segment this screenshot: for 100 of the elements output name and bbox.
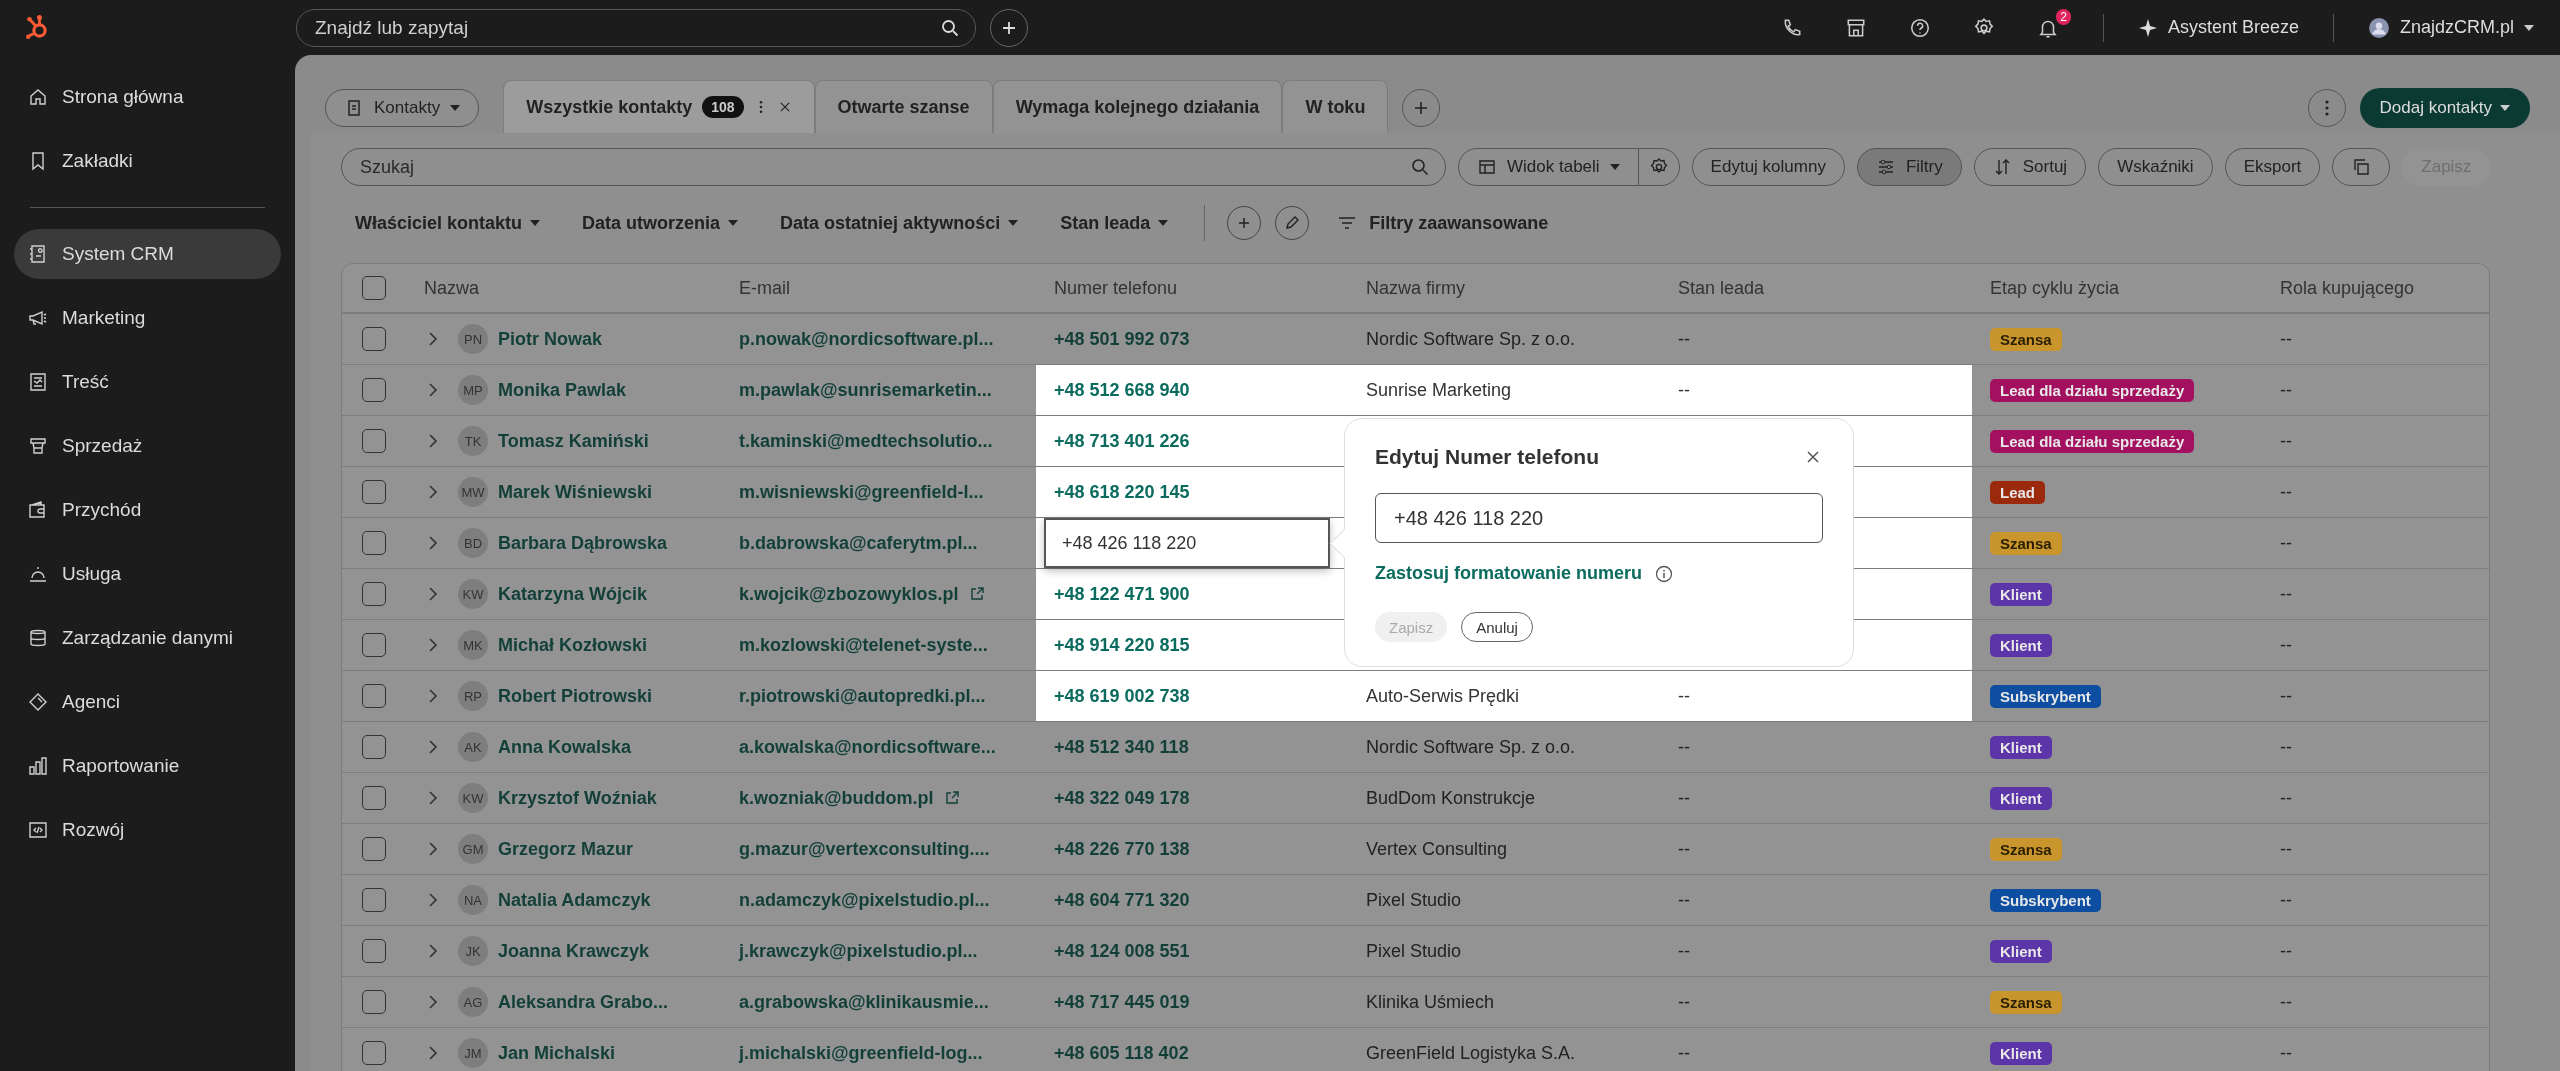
- filter-dropdown[interactable]: Data utworzenia: [568, 206, 753, 240]
- sidebar-item[interactable]: Treść: [14, 357, 281, 407]
- contact-name[interactable]: Monika Pawlak: [498, 379, 627, 401]
- phone-number[interactable]: +48 322 049 178: [1054, 787, 1190, 809]
- row-checkbox[interactable]: [362, 939, 386, 963]
- email-link[interactable]: b.dabrowska@caferytm.pl...: [739, 532, 978, 554]
- sidebar-item[interactable]: Usługa: [14, 549, 281, 599]
- add-contacts-button[interactable]: Dodaj kontakty: [2359, 88, 2530, 128]
- help-icon[interactable]: [1908, 16, 1931, 39]
- search-field[interactable]: Szukaj: [341, 148, 1446, 186]
- expand-icon[interactable]: [428, 892, 438, 908]
- sidebar-item[interactable]: Przychód: [14, 485, 281, 535]
- column-header[interactable]: Stan leada: [1678, 277, 1765, 299]
- phone-number[interactable]: +48 512 668 940: [1054, 379, 1190, 401]
- expand-icon[interactable]: [428, 943, 438, 959]
- contact-name[interactable]: Marek Wiśniewski: [498, 481, 652, 503]
- toolbar-button[interactable]: Wskaźniki: [2098, 148, 2213, 186]
- row-checkbox[interactable]: [362, 735, 386, 759]
- email-link[interactable]: a.grabowska@klinikausmie...: [739, 991, 989, 1013]
- phone-cell-editing[interactable]: +48 426 118 220: [1044, 518, 1330, 568]
- contact-name[interactable]: Grzegorz Mazur: [498, 838, 634, 860]
- expand-icon[interactable]: [428, 739, 438, 755]
- email-link[interactable]: r.piotrowski@autopredki.pl...: [739, 685, 986, 707]
- email-link[interactable]: a.kowalska@nordicsoftware...: [739, 736, 996, 758]
- sidebar-item[interactable]: Raportowanie: [14, 741, 281, 791]
- object-selector[interactable]: Kontakty: [325, 89, 480, 127]
- column-header[interactable]: Nazwa: [424, 277, 480, 299]
- sidebar-item[interactable]: Rozwój: [14, 805, 281, 855]
- toolbar-button[interactable]: Filtry: [1856, 148, 1962, 186]
- expand-icon[interactable]: [428, 484, 438, 500]
- expand-icon[interactable]: [428, 433, 438, 449]
- email-link[interactable]: n.adamczyk@pixelstudio.pl...: [739, 889, 990, 911]
- contact-name[interactable]: Aleksandra Grabo...: [498, 991, 669, 1013]
- email-link[interactable]: j.krawczyk@pixelstudio.pl...: [739, 940, 978, 962]
- phone-number[interactable]: +48 124 008 551: [1054, 940, 1190, 962]
- phone-number[interactable]: +48 501 992 073: [1054, 328, 1190, 350]
- contact-name[interactable]: Jan Michalski: [498, 1042, 616, 1064]
- filter-dropdown[interactable]: Stan leada: [1046, 206, 1183, 240]
- contact-name[interactable]: Piotr Nowak: [498, 328, 603, 350]
- toolbar-button[interactable]: Eksport: [2224, 148, 2321, 186]
- row-checkbox[interactable]: [362, 990, 386, 1014]
- contact-name[interactable]: Michał Kozłowski: [498, 634, 648, 656]
- toolbar-button[interactable]: Edytuj kolumny: [1691, 148, 1845, 186]
- expand-icon[interactable]: [428, 331, 438, 347]
- expand-icon[interactable]: [428, 790, 438, 806]
- advanced-filters-button[interactable]: Filtry zaawansowane: [1323, 206, 1563, 240]
- sidebar-item[interactable]: Zakładki: [14, 136, 281, 186]
- info-icon[interactable]: [1654, 563, 1675, 584]
- row-checkbox[interactable]: [362, 888, 386, 912]
- sidebar-item[interactable]: Sprzedaż: [14, 421, 281, 471]
- view-tab[interactable]: Otwarte szanse: [814, 80, 993, 133]
- column-header[interactable]: Numer telefonu: [1054, 277, 1178, 299]
- expand-icon[interactable]: [428, 535, 438, 551]
- expand-icon[interactable]: [428, 637, 438, 653]
- contact-name[interactable]: Barbara Dąbrowska: [498, 532, 668, 554]
- email-link[interactable]: t.kaminski@medtechsolutio...: [739, 430, 993, 452]
- row-checkbox[interactable]: [362, 786, 386, 810]
- expand-icon[interactable]: [428, 841, 438, 857]
- filter-dropdown[interactable]: Data ostatniej aktywności: [766, 206, 1033, 240]
- expand-icon[interactable]: [428, 994, 438, 1010]
- row-checkbox[interactable]: [362, 429, 386, 453]
- view-tab[interactable]: Wszystkie kontakty 108: [503, 80, 815, 133]
- email-link[interactable]: k.wozniak@buddom.pl: [739, 787, 934, 809]
- phone-number[interactable]: +48 605 118 402: [1054, 1042, 1189, 1064]
- cancel-button[interactable]: Anuluj: [1461, 612, 1533, 642]
- contact-name[interactable]: Katarzyna Wójcik: [498, 583, 648, 605]
- email-link[interactable]: m.wisniewski@greenfield-l...: [739, 481, 984, 503]
- phone-number[interactable]: +48 914 220 815: [1054, 634, 1190, 656]
- global-search-field[interactable]: Znajdź lub zapytaj: [296, 8, 976, 47]
- email-link[interactable]: m.pawlak@sunrisemarketin...: [739, 379, 992, 401]
- contact-name[interactable]: Tomasz Kamiński: [498, 430, 649, 452]
- view-dropdown[interactable]: Widok tabeli: [1458, 148, 1639, 186]
- contact-name[interactable]: Joanna Krawczyk: [498, 940, 650, 962]
- phone-number[interactable]: +48 122 471 900: [1054, 583, 1190, 605]
- sidebar-item[interactable]: Marketing: [14, 293, 281, 343]
- expand-icon[interactable]: [428, 382, 438, 398]
- expand-icon[interactable]: [428, 586, 438, 602]
- phone-input[interactable]: +48 426 118 220: [1375, 493, 1823, 543]
- phone-number[interactable]: +48 717 445 019: [1054, 991, 1190, 1013]
- phone-number[interactable]: +48 604 771 320: [1054, 889, 1190, 911]
- column-header[interactable]: Etap cyklu życia: [1990, 277, 2120, 299]
- toolbar-button[interactable]: Sortuj: [1973, 148, 2087, 186]
- select-all-checkbox[interactable]: [362, 276, 386, 300]
- column-header[interactable]: Rola kupującego: [2280, 277, 2415, 299]
- format-number-link[interactable]: Zastosuj formatowanie numeru: [1375, 563, 1643, 584]
- phone-number[interactable]: +48 619 002 738: [1054, 685, 1190, 707]
- email-link[interactable]: j.michalski@greenfield-log...: [739, 1042, 983, 1064]
- contact-name[interactable]: Robert Piotrowski: [498, 685, 653, 707]
- contact-name[interactable]: Natalia Adamczyk: [498, 889, 651, 911]
- phone-number[interactable]: +48 226 770 138: [1054, 838, 1190, 860]
- filter-dropdown[interactable]: Właściciel kontaktu: [341, 206, 555, 240]
- email-link[interactable]: g.mazur@vertexconsulting....: [739, 838, 990, 860]
- row-checkbox[interactable]: [362, 327, 386, 351]
- sidebar-item[interactable]: Zarządzanie danymi: [14, 613, 281, 663]
- row-checkbox[interactable]: [362, 1041, 386, 1065]
- external-link-icon[interactable]: [943, 790, 960, 806]
- phone-number[interactable]: +48 512 340 118: [1054, 736, 1189, 758]
- view-tab[interactable]: W toku: [1282, 80, 1389, 133]
- phone-number[interactable]: +48 713 401 226: [1054, 430, 1190, 452]
- row-checkbox[interactable]: [362, 633, 386, 657]
